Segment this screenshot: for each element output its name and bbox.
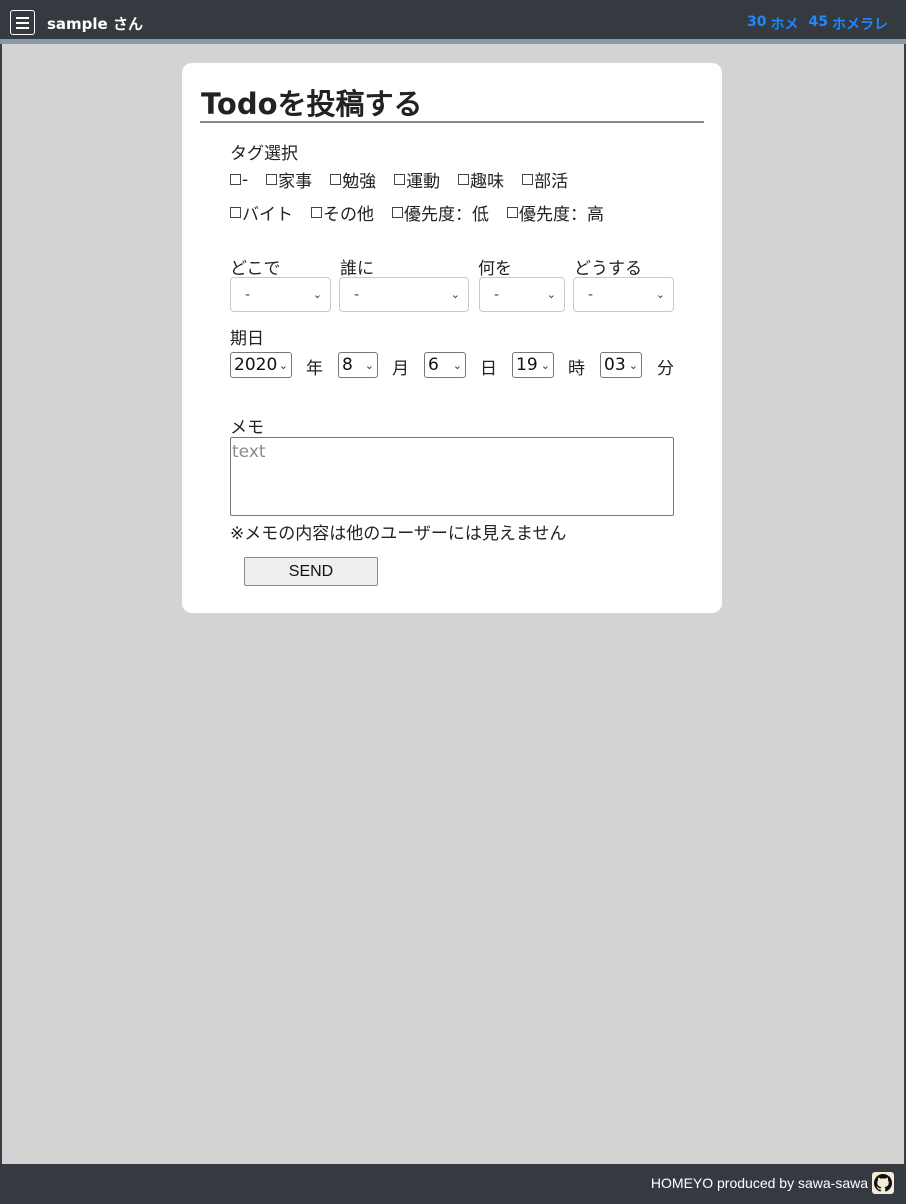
month-value: 8 <box>342 355 353 375</box>
checkbox-icon <box>392 207 403 218</box>
chevron-down-icon: ⌄ <box>278 358 288 372</box>
tag-row-2: バイト その他 優先度：低 優先度：高 <box>230 200 622 225</box>
what-select[interactable]: - ⌄ <box>479 277 565 312</box>
chevron-down-icon: ⌄ <box>452 358 462 372</box>
chevron-down-icon: ⌄ <box>450 288 460 301</box>
tag-label: 運動 <box>406 172 441 192</box>
tag-checkbox-club[interactable]: 部活 <box>522 167 568 192</box>
praise-given-label: ホメ <box>770 17 799 33</box>
hour-select[interactable]: 19 ⌄ <box>512 352 554 378</box>
chevron-down-icon: ⌄ <box>364 358 374 372</box>
chevron-down-icon: ⌄ <box>546 288 556 301</box>
day-select[interactable]: 6 ⌄ <box>424 352 466 378</box>
tag-label: 勉強 <box>342 172 377 192</box>
github-icon-graphic <box>874 1174 892 1192</box>
checkbox-icon <box>330 174 342 185</box>
checkbox-icon <box>522 174 534 185</box>
tag-row-1: - 家事 勉強 運動 趣味 部活 <box>230 167 586 192</box>
where-select[interactable]: - ⌄ <box>230 277 331 312</box>
tag-label: 部活 <box>534 172 569 192</box>
tag-label: バイト <box>242 205 293 225</box>
tag-label: その他 <box>323 205 374 225</box>
hamburger-menu-icon[interactable] <box>10 10 35 35</box>
day-value: 6 <box>428 355 439 375</box>
month-select[interactable]: 8 ⌄ <box>338 352 378 378</box>
user-name: sample さん <box>47 15 143 33</box>
praise-given-count: 30 <box>747 14 767 30</box>
month-unit: 月 <box>392 359 409 379</box>
minute-unit: 分 <box>657 359 674 379</box>
praise-given[interactable]: 30 ホメ <box>747 14 798 34</box>
minute-select[interactable]: 03 ⌄ <box>600 352 642 378</box>
year-unit: 年 <box>306 359 323 379</box>
chevron-down-icon: ⌄ <box>312 288 322 301</box>
checkbox-icon <box>507 207 518 218</box>
footer-credit: HOMEYO produced by sawa-sawa <box>650 1175 868 1191</box>
who-select-value: - <box>354 286 360 303</box>
chevron-down-icon: ⌄ <box>628 358 638 372</box>
year-value: 2020 <box>234 355 278 375</box>
how-label: どうする <box>574 259 642 279</box>
where-select-value: - <box>245 286 251 303</box>
github-icon[interactable] <box>872 1172 894 1194</box>
send-button[interactable]: SEND <box>244 557 378 586</box>
praise-received[interactable]: 45 ホメラレ <box>809 14 888 34</box>
checkbox-icon <box>458 174 470 185</box>
todo-post-card: Todoを投稿する タグ選択 - 家事 勉強 運動 趣味 部活 バイト その他 … <box>182 63 722 613</box>
page-title: Todoを投稿する <box>201 87 423 121</box>
title-divider <box>200 121 704 123</box>
memo-textarea[interactable] <box>230 437 674 516</box>
tag-select-label: タグ選択 <box>230 144 298 164</box>
chevron-down-icon: ⌄ <box>540 358 550 372</box>
minute-value: 03 <box>604 355 626 375</box>
tag-checkbox-other[interactable]: その他 <box>311 200 374 225</box>
checkbox-icon <box>266 174 278 185</box>
praise-stats: 30 ホメ 45 ホメラレ <box>747 14 888 34</box>
memo-privacy-note: ※メモの内容は他のユーザーには見えません <box>230 524 567 544</box>
tag-label: - <box>242 169 249 190</box>
tag-checkbox-housework[interactable]: 家事 <box>266 167 312 192</box>
tag-label: 家事 <box>278 172 313 192</box>
who-select[interactable]: - ⌄ <box>339 277 469 312</box>
day-unit: 日 <box>480 359 497 379</box>
tag-checkbox-hobby[interactable]: 趣味 <box>458 167 504 192</box>
year-select[interactable]: 2020 ⌄ <box>230 352 292 378</box>
checkbox-icon <box>394 174 406 185</box>
checkbox-icon <box>230 207 241 218</box>
what-select-value: - <box>494 286 500 303</box>
tag-checkbox-exercise[interactable]: 運動 <box>394 167 440 192</box>
tag-checkbox-priority-high[interactable]: 優先度：高 <box>507 200 604 225</box>
chevron-down-icon: ⌄ <box>655 288 665 301</box>
tag-checkbox-study[interactable]: 勉強 <box>330 167 376 192</box>
how-select-value: - <box>588 286 594 303</box>
praise-received-label: ホメラレ <box>832 17 888 33</box>
who-label: 誰に <box>340 259 374 279</box>
what-label: 何を <box>478 259 512 279</box>
checkbox-icon <box>311 207 322 218</box>
checkbox-icon <box>230 174 241 185</box>
memo-label: メモ <box>230 418 264 438</box>
tag-label: 趣味 <box>470 172 505 192</box>
hour-value: 19 <box>516 355 538 375</box>
hour-unit: 時 <box>568 359 585 379</box>
how-select[interactable]: - ⌄ <box>573 277 674 312</box>
where-label: どこで <box>230 259 281 279</box>
tag-checkbox-priority-low[interactable]: 優先度：低 <box>392 200 489 225</box>
tag-label: 優先度：高 <box>519 205 604 225</box>
tag-checkbox-none[interactable]: - <box>230 167 248 192</box>
due-date-label: 期日 <box>230 329 264 349</box>
top-navbar: sample さん 30 ホメ 45 ホメラレ <box>0 0 906 44</box>
footer: HOMEYO produced by sawa-sawa <box>0 1164 906 1204</box>
tag-label: 優先度：低 <box>404 205 489 225</box>
tag-checkbox-parttime[interactable]: バイト <box>230 200 293 225</box>
praise-received-count: 45 <box>808 14 828 30</box>
